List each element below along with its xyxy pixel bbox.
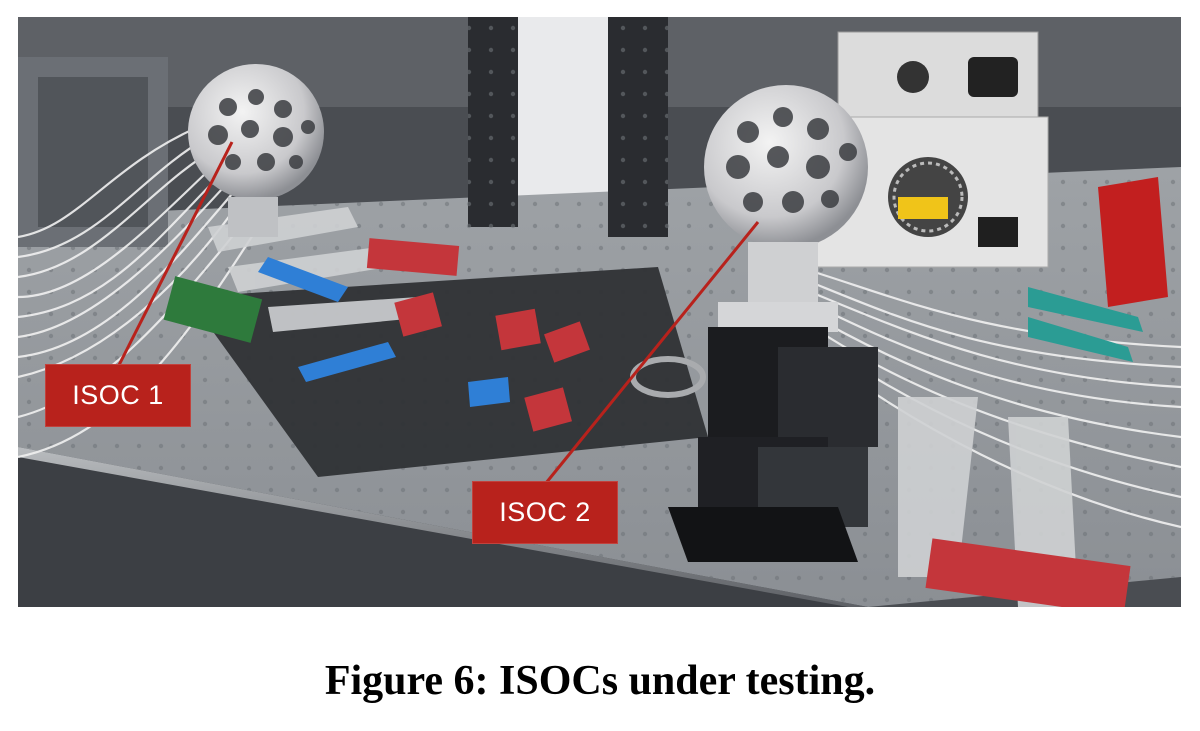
isoc-2-label: ISOC 2 bbox=[472, 481, 618, 544]
figure-photo: ISOC 1 ISOC 2 bbox=[18, 17, 1181, 607]
figure-caption: Figure 6: ISOCs under testing. bbox=[324, 658, 876, 704]
isoc-1-label: ISOC 1 bbox=[45, 364, 191, 427]
